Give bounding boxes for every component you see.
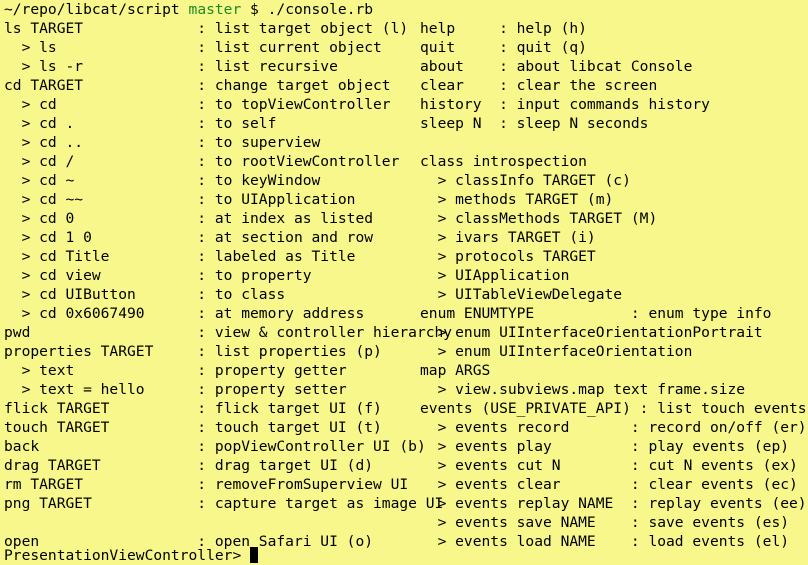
help-line: > ls -r : list recursive: [4, 58, 338, 75]
help-line: > events play : play events (ep): [420, 438, 790, 455]
help-line: > protocols TARGET: [420, 248, 596, 265]
help-line: > classInfo TARGET (c): [420, 172, 631, 189]
help-line: > cd 0x6067490 : at memory address: [4, 305, 365, 322]
help-line: > cd UIButton : to class: [4, 286, 286, 303]
help-line: ls TARGET : list target object (l): [4, 20, 409, 37]
help-line: > methods TARGET (m): [420, 191, 614, 208]
help-line: > enum UIInterfaceOrientation: [420, 343, 693, 360]
help-line: > classMethods TARGET (M): [420, 210, 658, 227]
help-line: > cd 1 0 : at section and row: [4, 229, 374, 246]
help-line: drag TARGET : drag target UI (d): [4, 457, 374, 474]
help-line: png TARGET : capture target as image UI: [4, 495, 444, 512]
help-line: > events load NAME : load events (el): [420, 533, 790, 550]
help-line: > cd .. : to superview: [4, 134, 321, 151]
help-line: map ARGS: [420, 362, 491, 379]
help-line: cd TARGET : change target object: [4, 77, 391, 94]
help-line: back : popViewController UI (b): [4, 438, 426, 455]
help-line: > ls : list current object: [4, 39, 382, 56]
help-line: > cd / : to rootViewController: [4, 153, 400, 170]
help-line: class introspection: [420, 153, 587, 170]
help-line: > events replay NAME : replay events (ee…: [420, 495, 807, 512]
shell-prompt-line: ~/repo/libcat/script master $ ./console.…: [4, 0, 373, 19]
help-line: sleep N : sleep N seconds: [420, 115, 649, 132]
help-line: > cd 0 : at index as listed: [4, 210, 374, 227]
help-line: pwd : view & controller hierarchy: [4, 324, 453, 341]
help-line: > events cut N : cut N events (ex): [420, 457, 798, 474]
help-line: > UITableViewDelegate: [420, 286, 623, 303]
help-line: events (USE_PRIVATE_API) : list touch ev…: [420, 400, 808, 417]
help-line: quit : quit (q): [420, 39, 587, 56]
help-line: > events clear : clear events (ec): [420, 476, 798, 493]
help-line: > events record : record on/off (er): [420, 419, 807, 436]
help-line: enum ENUMTYPE : enum type info: [420, 305, 772, 322]
shell-command: $ ./console.rb: [250, 1, 374, 18]
help-line: > view.subviews.map text frame.size: [420, 381, 746, 398]
help-line: > text = hello : property setter: [4, 381, 347, 398]
help-line: clear : clear the screen: [420, 77, 658, 94]
help-line: > cd view : to property: [4, 267, 312, 284]
terminal-window[interactable]: ~/repo/libcat/script master $ ./console.…: [0, 0, 808, 565]
help-line: touch TARGET : touch target UI (t): [4, 419, 382, 436]
help-line: > cd : to topViewController: [4, 96, 391, 113]
help-line: about : about libcat Console: [420, 58, 693, 75]
help-line: history : input commands history: [420, 96, 710, 113]
help-line: properties TARGET : list properties (p): [4, 343, 382, 360]
cwd-path: ~/repo/libcat/script: [4, 1, 180, 18]
git-branch: master: [188, 1, 242, 18]
help-line: > cd Title : labeled as Title: [4, 248, 356, 265]
help-line: > cd ~~ : to UIApplication: [4, 191, 356, 208]
console-prompt-line[interactable]: PresentationViewController>: [4, 546, 259, 565]
help-line: > events save NAME : save events (es): [420, 514, 790, 531]
help-line: > enum UIInterfaceOrientationPortrait: [420, 324, 763, 341]
help-line: > cd ~ : to keyWindow: [4, 172, 321, 189]
help-line: help : help (h): [420, 20, 587, 37]
help-line: rm TARGET : removeFromSuperview UI: [4, 476, 409, 493]
help-line: > text : property getter: [4, 362, 347, 379]
text-cursor: [250, 547, 259, 563]
help-line: flick TARGET : flick target UI (f): [4, 400, 382, 417]
help-line: > cd . : to self: [4, 115, 277, 132]
help-line: > ivars TARGET (i): [420, 229, 596, 246]
help-line: > UIApplication: [420, 267, 570, 284]
console-prompt: PresentationViewController>: [4, 547, 251, 564]
